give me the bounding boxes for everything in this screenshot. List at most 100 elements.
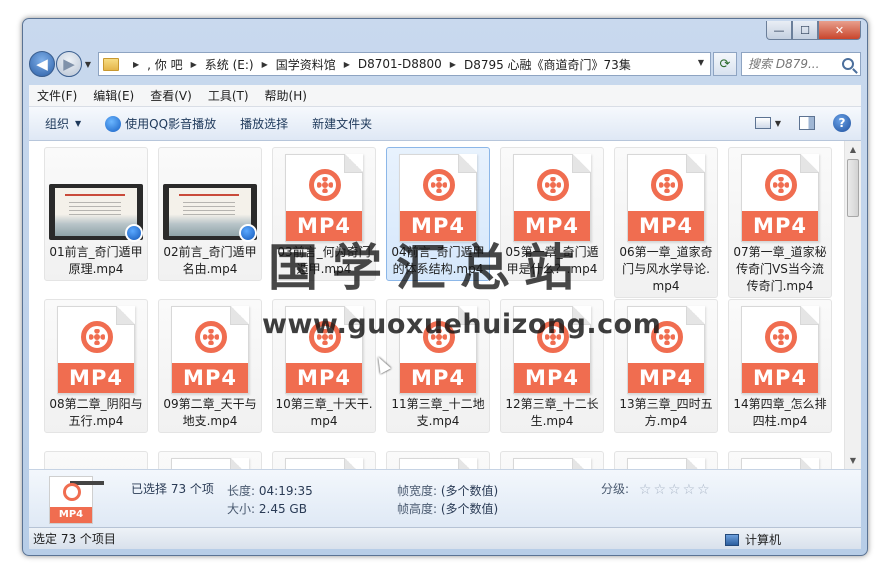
address-bar[interactable]: ▶ , 你 吧 ▶ 系统 (E:) ▶ 国学资料馆 ▶ D8701-D8800 … <box>98 52 711 76</box>
play-selected-label: 播放选择 <box>240 117 289 131</box>
film-reel-icon <box>765 321 797 353</box>
address-dropdown-icon[interactable]: ▼ <box>698 58 704 67</box>
change-view-icon[interactable] <box>754 117 771 129</box>
vertical-scrollbar[interactable]: ▲ ▼ <box>844 141 861 469</box>
search-input[interactable] <box>748 57 840 71</box>
mp4-file-icon: MP4 <box>285 154 363 242</box>
star-icon[interactable]: ☆ <box>639 482 652 498</box>
file-thumbnail: MP4 <box>387 148 489 244</box>
file-item[interactable]: MP4 09第二章_天干与地支.mp4 <box>158 299 262 433</box>
file-item[interactable]: MP4 14第四章_怎么排四柱.mp4 <box>728 299 832 433</box>
chevron-right-icon[interactable]: ▶ <box>450 60 456 69</box>
file-item[interactable]: 01前言_奇门遁甲原理.mp4 <box>44 147 148 281</box>
new-folder-button[interactable]: 新建文件夹 <box>312 115 372 132</box>
menu-edit[interactable]: 编辑(E) <box>93 87 134 104</box>
menu-help[interactable]: 帮助(H) <box>265 87 307 104</box>
scroll-up-icon[interactable]: ▲ <box>845 141 861 158</box>
file-item[interactable]: MP4 10第三章_十天干.mp4 <box>272 299 376 433</box>
film-reel-icon <box>195 321 227 353</box>
menu-view[interactable]: 查看(V) <box>150 87 192 104</box>
play-selected-button[interactable]: 播放选择 <box>240 115 288 132</box>
chevron-right-icon[interactable]: ▶ <box>262 60 268 69</box>
file-thumbnail: MP4 <box>159 452 261 469</box>
file-item[interactable] <box>44 451 148 469</box>
command-bar: 组织 ▼ 使用QQ影音播放 播放选择 新建文件夹 ▼ ? <box>29 107 861 141</box>
file-list: 01前言_奇门遁甲原理.mp4 02前言_奇门遁甲名由.mp4 MP4 03前言_何为… <box>29 141 861 469</box>
chevron-right-icon[interactable]: ▶ <box>133 60 139 69</box>
close-button[interactable]: ✕ <box>818 21 861 40</box>
mp4-file-icon: MP4 <box>285 306 363 394</box>
view-options-dropdown[interactable]: ▼ <box>775 119 781 128</box>
mp4-badge: MP4 <box>58 363 134 393</box>
help-icon[interactable]: ? <box>833 114 851 132</box>
breadcrumb-item-library[interactable]: 国学资料馆 <box>276 56 336 73</box>
file-thumbnail: MP4 <box>501 452 603 469</box>
chevron-right-icon[interactable]: ▶ <box>191 60 197 69</box>
mp4-badge: MP4 <box>286 363 362 393</box>
file-item[interactable]: MP4 04前言_奇门遁甲的体系结构.mp4 <box>386 147 490 281</box>
forward-button[interactable]: ▶ <box>56 51 82 77</box>
refresh-button[interactable]: ⟳ <box>713 52 737 76</box>
maximize-button[interactable]: ☐ <box>792 21 818 40</box>
preview-pane-icon[interactable] <box>799 116 815 130</box>
mp4-file-icon: MP4 <box>627 154 705 242</box>
file-item[interactable]: MP4 05第一章_奇门遁甲是什么？.mp4 <box>500 147 604 281</box>
search-box[interactable] <box>741 52 861 76</box>
breadcrumb-item-range[interactable]: D8701-D8800 <box>358 57 442 71</box>
star-icon[interactable]: ☆ <box>653 482 666 498</box>
organize-button[interactable]: 组织 ▼ <box>45 115 81 132</box>
film-reel-icon <box>651 321 683 353</box>
rating-stars[interactable]: ☆ ☆ ☆ ☆ ☆ <box>639 482 712 498</box>
file-item[interactable]: MP4 08第二章_阴阳与五行.mp4 <box>44 299 148 433</box>
qq-player-icon <box>125 224 143 242</box>
breadcrumb-item-user[interactable]: , 你 吧 <box>147 56 182 73</box>
file-item[interactable]: MP4 06第一章_道家奇门与风水学导论.mp4 <box>614 147 718 298</box>
file-item[interactable]: MP4 07第一章_道家秘传奇门VS当今流传奇门.mp4 <box>728 147 832 298</box>
file-item[interactable]: MP4 13第三章_四时五方.mp4 <box>614 299 718 433</box>
qq-play-label: 使用QQ影音播放 <box>125 117 217 131</box>
scroll-thumb[interactable] <box>847 159 859 217</box>
file-thumbnail <box>159 148 261 244</box>
mp4-badge: MP4 <box>514 363 590 393</box>
navigation-row: ◀ ▶ ▼ ▶ , 你 吧 ▶ 系统 (E:) ▶ 国学资料馆 ▶ D8701-… <box>29 49 861 79</box>
frame-width-row: 帧宽度: (多个数值) <box>397 482 498 499</box>
size-value: 2.45 GB <box>258 502 307 516</box>
file-thumbnail: MP4 <box>387 452 489 469</box>
file-item[interactable]: MP4 <box>158 451 262 469</box>
star-icon[interactable]: ☆ <box>668 482 681 498</box>
file-item[interactable]: 02前言_奇门遁甲名由.mp4 <box>158 147 262 281</box>
file-item[interactable]: MP4 <box>500 451 604 469</box>
file-item[interactable]: MP4 <box>614 451 718 469</box>
breadcrumb-item-current[interactable]: D8795 心融《商道奇门》73集 <box>464 56 631 73</box>
scroll-down-icon[interactable]: ▼ <box>845 452 861 469</box>
file-item[interactable]: MP4 12第三章_十二长生.mp4 <box>500 299 604 433</box>
menu-tools[interactable]: 工具(T) <box>208 87 249 104</box>
mp4-file-icon: MP4 <box>399 306 477 394</box>
chevron-right-icon[interactable]: ▶ <box>344 60 350 69</box>
arrow-right-icon: ▶ <box>63 55 75 73</box>
explorer-window: — ☐ ✕ ◀ ▶ ▼ ▶ , 你 吧 ▶ 系统 (E:) ▶ 国学资料馆 ▶ … <box>22 18 868 556</box>
minimize-button[interactable]: — <box>766 21 792 40</box>
file-name: 11第三章_十二地支.mp4 <box>391 397 485 428</box>
file-item[interactable]: MP4 03前言_何为奇门遁甲.mp4 <box>272 147 376 281</box>
star-icon[interactable]: ☆ <box>697 482 710 498</box>
qq-play-button[interactable]: 使用QQ影音播放 <box>105 115 216 132</box>
file-item[interactable]: MP4 <box>272 451 376 469</box>
file-item[interactable]: MP4 11第三章_十二地支.mp4 <box>386 299 490 433</box>
recent-pages-dropdown[interactable]: ▼ <box>82 60 94 69</box>
menu-file[interactable]: 文件(F) <box>37 87 77 104</box>
film-reel-icon <box>765 169 797 201</box>
back-button[interactable]: ◀ <box>29 51 55 77</box>
computer-icon <box>724 533 739 546</box>
file-name: 05第一章_奇门遁甲是什么？.mp4 <box>505 245 599 276</box>
star-icon[interactable]: ☆ <box>683 482 696 498</box>
file-name: 12第三章_十二长生.mp4 <box>505 397 599 428</box>
file-item[interactable]: MP4 <box>728 451 832 469</box>
film-reel-icon <box>63 483 81 501</box>
breadcrumb-item-drive[interactable]: 系统 (E:) <box>205 56 254 73</box>
file-name: 09第二章_天干与地支.mp4 <box>163 397 257 428</box>
file-item[interactable]: MP4 <box>386 451 490 469</box>
new-folder-label: 新建文件夹 <box>312 117 373 131</box>
search-icon[interactable] <box>842 58 854 70</box>
menu-bar: 文件(F) 编辑(E) 查看(V) 工具(T) 帮助(H) <box>29 85 861 107</box>
